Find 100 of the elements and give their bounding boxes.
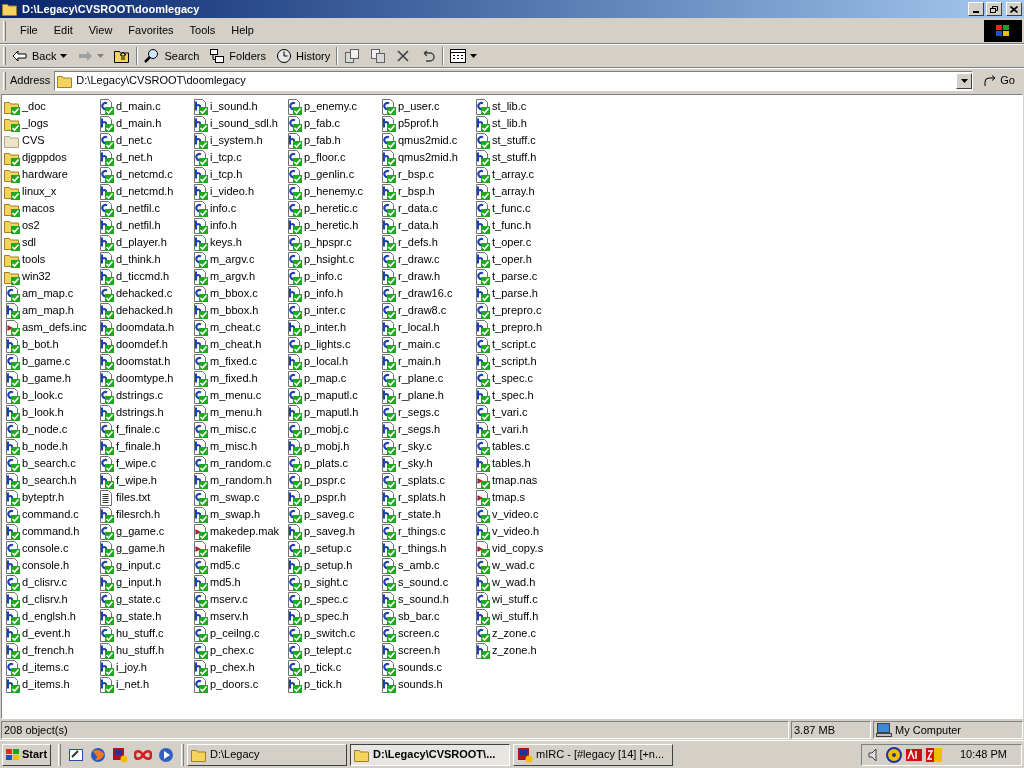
document-entry[interactable]: m_misc.c (192, 421, 257, 438)
document-entry[interactable]: sb_bar.c (380, 608, 440, 625)
document-entry[interactable]: tables.c (474, 438, 530, 455)
document-entry[interactable]: m_swap.h (192, 506, 261, 523)
document-entry[interactable]: m_bbox.h (192, 302, 259, 319)
document-entry[interactable]: d_netcmd.h (98, 183, 174, 200)
folder-entry[interactable]: CVS (4, 132, 45, 149)
document-entry[interactable]: m_fixed.c (192, 353, 258, 370)
document-entry[interactable]: screen.c (380, 625, 440, 642)
document-entry[interactable]: p_setup.c (286, 540, 352, 557)
folder-entry[interactable]: hardware (4, 166, 68, 183)
document-entry[interactable]: makefile (192, 540, 251, 557)
document-entry[interactable]: m_cheat.h (192, 336, 262, 353)
document-entry[interactable]: st_lib.c (474, 98, 527, 115)
start-button[interactable]: Start (2, 743, 52, 766)
document-entry[interactable]: r_data.h (380, 217, 439, 234)
document-entry[interactable]: r_bsp.h (380, 183, 435, 200)
document-entry[interactable]: tmap.nas (474, 472, 538, 489)
document-entry[interactable]: p_hsight.c (286, 251, 355, 268)
document-entry[interactable]: p_saveg.h (286, 523, 355, 540)
document-entry[interactable]: t_oper.c (474, 234, 532, 251)
document-entry[interactable]: console.h (4, 557, 70, 574)
document-entry[interactable]: i_sound.h (192, 98, 258, 115)
folders-button[interactable]: Folders (205, 45, 270, 67)
document-entry[interactable]: files.txt (98, 489, 151, 506)
document-entry[interactable]: p_pspr.h (286, 489, 347, 506)
document-entry[interactable]: p5prof.h (380, 115, 439, 132)
document-entry[interactable]: d_clisrv.c (4, 574, 68, 591)
document-entry[interactable]: p_user.c (380, 98, 440, 115)
document-entry[interactable]: s_amb.c (380, 557, 440, 574)
document-entry[interactable]: p_mobj.c (286, 421, 349, 438)
go-button[interactable]: Go (977, 70, 1021, 91)
document-entry[interactable]: r_main.c (380, 336, 441, 353)
document-entry[interactable]: p_maputl.c (286, 387, 358, 404)
folder-entry[interactable]: os2 (4, 217, 40, 234)
document-entry[interactable]: p_inter.h (286, 319, 347, 336)
document-entry[interactable]: g_game.h (98, 540, 165, 557)
document-entry[interactable]: f_wipe.c (98, 455, 157, 472)
document-entry[interactable]: t_vari.h (474, 421, 529, 438)
document-entry[interactable]: t_script.h (474, 353, 537, 370)
document-entry[interactable]: m_argv.h (192, 268, 256, 285)
document-entry[interactable]: r_data.c (380, 200, 438, 217)
document-entry[interactable]: qmus2mid.h (380, 149, 458, 166)
close-button[interactable] (1006, 2, 1022, 16)
document-entry[interactable]: i_net.h (98, 676, 150, 693)
document-entry[interactable]: w_wad.c (474, 557, 535, 574)
document-entry[interactable]: r_sky.h (380, 455, 433, 472)
document-entry[interactable]: r_main.h (380, 353, 441, 370)
dropdown-button[interactable] (956, 72, 973, 89)
document-entry[interactable]: v_video.c (474, 506, 539, 523)
document-entry[interactable]: d_items.c (4, 659, 70, 676)
menu-item[interactable]: File (12, 21, 46, 40)
document-entry[interactable]: keys.h (192, 234, 242, 251)
document-entry[interactable]: p_ceilng.c (192, 625, 260, 642)
document-entry[interactable]: r_draw.c (380, 251, 440, 268)
document-entry[interactable]: i_tcp.h (192, 166, 243, 183)
document-entry[interactable]: t_parse.h (474, 285, 538, 302)
document-entry[interactable]: r_things.h (380, 540, 447, 557)
folder-entry[interactable]: win32 (4, 268, 51, 285)
document-entry[interactable]: d_netfil.c (98, 200, 161, 217)
document-entry[interactable]: z_zone.c (474, 625, 537, 642)
document-entry[interactable]: i_joy.h (98, 659, 147, 676)
document-entry[interactable]: b_bot.h (4, 336, 59, 353)
document-entry[interactable]: am_map.h (4, 302, 74, 319)
document-entry[interactable]: p_telept.c (286, 642, 352, 659)
document-entry[interactable]: p_lights.c (286, 336, 351, 353)
document-entry[interactable]: t_func.c (474, 200, 531, 217)
document-entry[interactable]: d_englsh.h (4, 608, 76, 625)
document-entry[interactable]: vid_copy.s (474, 540, 544, 557)
document-entry[interactable]: p_tick.c (286, 659, 342, 676)
document-entry[interactable]: sounds.h (380, 676, 443, 693)
document-entry[interactable]: r_local.h (380, 319, 440, 336)
document-entry[interactable]: dstrings.h (98, 404, 164, 421)
document-entry[interactable]: r_splats.c (380, 472, 446, 489)
menu-item[interactable]: Tools (181, 21, 224, 40)
document-entry[interactable]: tmap.s (474, 489, 525, 506)
document-entry[interactable]: p_chex.c (192, 642, 255, 659)
restore-button[interactable] (986, 2, 1002, 16)
document-entry[interactable]: md5.c (192, 557, 240, 574)
document-entry[interactable]: p_local.h (286, 353, 349, 370)
document-entry[interactable]: r_segs.c (380, 404, 440, 421)
document-entry[interactable]: p_fab.h (286, 132, 341, 149)
document-entry[interactable]: g_state.c (98, 591, 161, 608)
document-entry[interactable]: d_clisrv.h (4, 591, 68, 608)
document-entry[interactable]: st_stuff.h (474, 149, 537, 166)
document-entry[interactable]: doomdata.h (98, 319, 175, 336)
document-entry[interactable]: t_vari.c (474, 404, 528, 421)
document-entry[interactable]: p_tick.h (286, 676, 342, 693)
folder-entry[interactable]: sdl (4, 234, 37, 251)
document-entry[interactable]: tables.h (474, 455, 531, 472)
document-entry[interactable]: d_netcmd.c (98, 166, 173, 183)
document-entry[interactable]: p_floor.c (286, 149, 346, 166)
document-entry[interactable]: d_event.h (4, 625, 71, 642)
document-entry[interactable]: f_finale.c (98, 421, 161, 438)
document-entry[interactable]: p_saveg.c (286, 506, 355, 523)
document-entry[interactable]: m_swap.c (192, 489, 260, 506)
document-entry[interactable]: makedep.mak (192, 523, 280, 540)
document-entry[interactable]: p_henemy.c (286, 183, 364, 200)
document-entry[interactable]: t_func.h (474, 217, 532, 234)
document-entry[interactable]: g_input.c (98, 557, 161, 574)
